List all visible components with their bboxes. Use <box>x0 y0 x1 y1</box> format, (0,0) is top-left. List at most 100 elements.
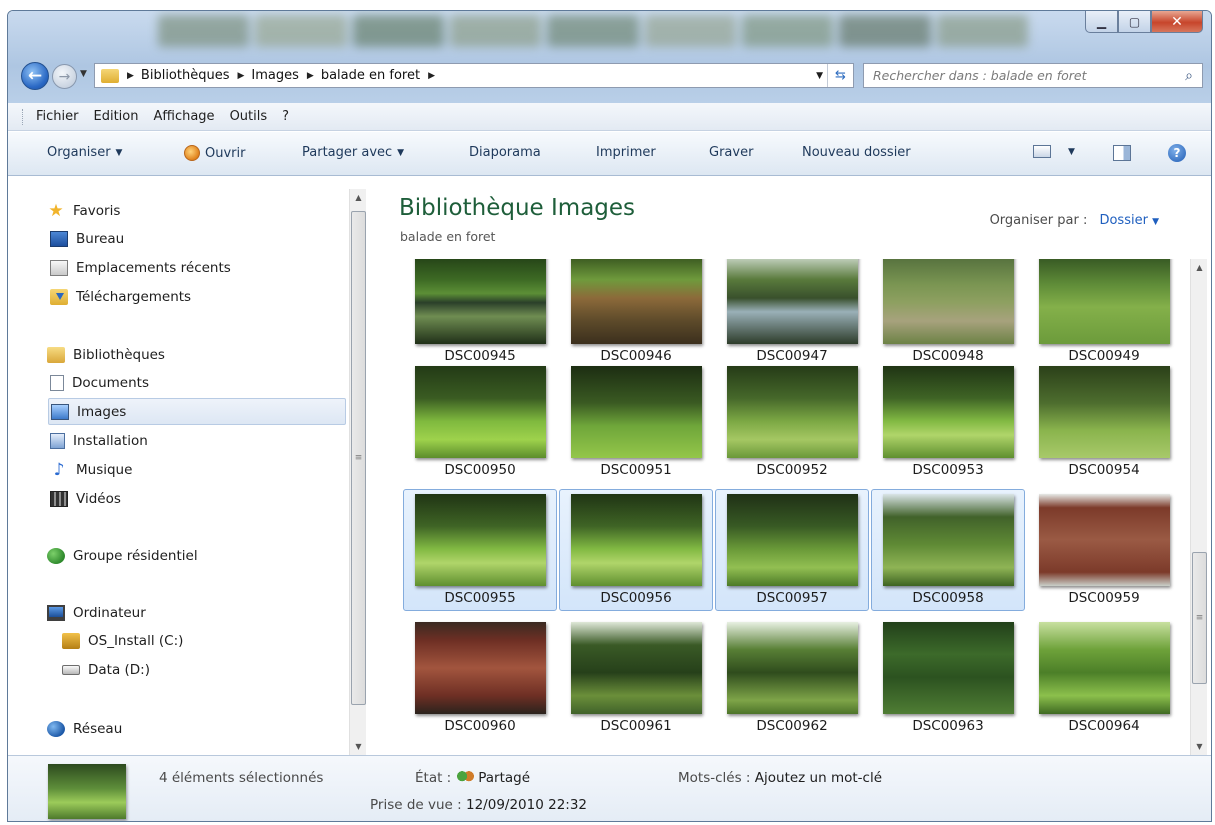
downloads-icon <box>50 289 68 305</box>
installation-icon <box>50 433 65 449</box>
thumbnail-item[interactable]: DSC00953 <box>871 361 1025 483</box>
thumbnail-item[interactable]: DSC00961 <box>559 617 713 739</box>
libraries-icon <box>47 347 65 363</box>
change-view-button[interactable]: ▼ <box>1033 145 1075 158</box>
nav-scrollbar[interactable]: ▲ ≡ ▼ <box>349 189 366 755</box>
back-button[interactable]: ← <box>21 62 49 90</box>
thumbnail-image <box>571 366 702 458</box>
preview-pane-icon <box>1113 145 1131 161</box>
nav-installation[interactable]: Installation <box>50 433 148 449</box>
taken-field: Prise de vue : 12/09/2010 22:32 <box>370 797 587 813</box>
thumbnail-item[interactable]: DSC00954 <box>1027 361 1181 483</box>
preview-pane-button[interactable] <box>1113 145 1131 161</box>
tags-label: Mots-clés : <box>678 770 751 786</box>
nav-recents[interactable]: Emplacements récents <box>50 260 231 276</box>
thumbnail-item[interactable]: DSC00957 <box>715 489 869 611</box>
nav-bureau[interactable]: Bureau <box>50 231 124 247</box>
chevron-right-icon[interactable]: ▶ <box>307 71 314 81</box>
thumbnail-item[interactable]: DSC00952 <box>715 361 869 483</box>
chevron-right-icon[interactable]: ▶ <box>237 71 244 81</box>
menu-help[interactable]: ? <box>282 109 289 124</box>
nav-documents[interactable]: Documents <box>50 375 149 391</box>
nav-groupe-residentiel[interactable]: Groupe résidentiel <box>47 548 198 564</box>
thumbnail-item[interactable]: DSC00962 <box>715 617 869 739</box>
organiser-label: Organiser <box>47 145 111 160</box>
drive-icon <box>62 665 80 675</box>
nav-musique[interactable]: ♪ Musique <box>50 462 133 479</box>
thumbnail-item[interactable]: DSC00959 <box>1027 489 1181 611</box>
chevron-right-icon[interactable]: ▶ <box>428 71 435 81</box>
nav-videos[interactable]: Vidéos <box>50 491 121 507</box>
menu-outils[interactable]: Outils <box>230 109 268 124</box>
nav-data-d[interactable]: Data (D:) <box>62 662 150 678</box>
shared-icon <box>457 771 475 784</box>
nav-favoris[interactable]: ★ Favoris <box>47 203 120 220</box>
thumbnail-item[interactable]: DSC00947 <box>715 259 869 369</box>
breadcrumb-images[interactable]: Images <box>251 68 299 83</box>
arrange-by-dropdown[interactable]: Dossier ▼ <box>1099 213 1159 228</box>
maximize-button[interactable]: ▢ <box>1118 11 1151 33</box>
thumbnail-item[interactable]: DSC00958 <box>871 489 1025 611</box>
thumbnail-item[interactable]: DSC00948 <box>871 259 1025 369</box>
state-value: Partagé <box>478 770 531 786</box>
ouvrir-button[interactable]: Ouvrir <box>184 145 245 161</box>
explorer-window: ▁ ▢ ✕ ← → ▼ ▶ Bibliothèques ▶ Images ▶ b… <box>7 10 1212 822</box>
thumbnail-item[interactable]: DSC00946 <box>559 259 713 369</box>
organiser-button[interactable]: Organiser ▼ <box>47 145 122 160</box>
menu-edition[interactable]: Edition <box>94 109 139 124</box>
thumbnail-item[interactable]: DSC00945 <box>403 259 557 369</box>
partager-button[interactable]: Partager avec ▼ <box>302 145 404 160</box>
refresh-icon[interactable]: ⇆ <box>827 64 853 87</box>
thumbnail-image <box>415 259 546 344</box>
nav-ordinateur[interactable]: Ordinateur <box>47 605 146 621</box>
nav-telechargements[interactable]: Téléchargements <box>50 289 191 305</box>
thumbnail-item[interactable]: DSC00950 <box>403 361 557 483</box>
chevron-down-icon[interactable]: ▼ <box>1068 147 1075 157</box>
imprimer-button[interactable]: Imprimer <box>596 145 656 160</box>
scroll-up-icon[interactable]: ▲ <box>350 189 367 206</box>
nav-label: Vidéos <box>76 491 121 507</box>
forward-button[interactable]: → <box>52 64 77 89</box>
scroll-up-icon[interactable]: ▲ <box>1191 259 1208 276</box>
thumbnail-item[interactable]: DSC00955 <box>403 489 557 611</box>
thumbnail-item[interactable]: DSC00963 <box>871 617 1025 739</box>
thumbnail-label: DSC00962 <box>756 718 828 734</box>
breadcrumb-balade[interactable]: balade en foret <box>321 68 420 83</box>
documents-icon <box>50 375 64 391</box>
scroll-thumb[interactable]: ≡ <box>1192 552 1207 684</box>
thumbnail-image <box>415 494 546 586</box>
tags-value[interactable]: Ajoutez un mot-clé <box>755 770 882 786</box>
scroll-thumb[interactable]: ≡ <box>351 211 366 705</box>
minimize-button[interactable]: ▁ <box>1085 11 1118 33</box>
imprimer-label: Imprimer <box>596 145 656 160</box>
nav-reseau[interactable]: Réseau <box>47 721 122 737</box>
nav-images[interactable]: Images <box>48 398 346 425</box>
graver-button[interactable]: Graver <box>709 145 753 160</box>
thumbnail-item[interactable]: DSC00956 <box>559 489 713 611</box>
menu-fichier[interactable]: Fichier <box>36 109 79 124</box>
nav-bibliotheques[interactable]: Bibliothèques <box>47 347 165 363</box>
chevron-right-icon[interactable]: ▶ <box>127 71 134 81</box>
scroll-down-icon[interactable]: ▼ <box>1191 738 1208 755</box>
breadcrumb-bibliotheques[interactable]: Bibliothèques <box>141 68 230 83</box>
chevron-down-icon: ▼ <box>115 147 123 158</box>
nouveau-dossier-button[interactable]: Nouveau dossier <box>802 145 911 160</box>
nav-os-install[interactable]: OS_Install (C:) <box>62 633 183 649</box>
help-button[interactable]: ? <box>1168 144 1186 162</box>
thumbnail-item[interactable]: DSC00949 <box>1027 259 1181 369</box>
scroll-down-icon[interactable]: ▼ <box>350 738 367 755</box>
address-bar[interactable]: ▶ Bibliothèques ▶ Images ▶ balade en for… <box>94 63 854 88</box>
thumbnail-item[interactable]: DSC00951 <box>559 361 713 483</box>
menu-affichage[interactable]: Affichage <box>153 109 214 124</box>
search-input[interactable] <box>864 68 1176 83</box>
close-button[interactable]: ✕ <box>1151 11 1203 33</box>
search-box: ⌕ <box>863 63 1203 88</box>
thumbnail-item[interactable]: DSC00960 <box>403 617 557 739</box>
thumbnail-label: DSC00952 <box>756 462 828 478</box>
history-dropdown-icon[interactable]: ▼ <box>80 69 87 79</box>
address-dropdown-icon[interactable]: ▼ <box>816 71 823 81</box>
search-icon[interactable]: ⌕ <box>1176 64 1202 87</box>
content-scrollbar[interactable]: ▲ ≡ ▼ <box>1190 259 1207 755</box>
diaporama-button[interactable]: Diaporama <box>469 145 541 160</box>
thumbnail-item[interactable]: DSC00964 <box>1027 617 1181 739</box>
